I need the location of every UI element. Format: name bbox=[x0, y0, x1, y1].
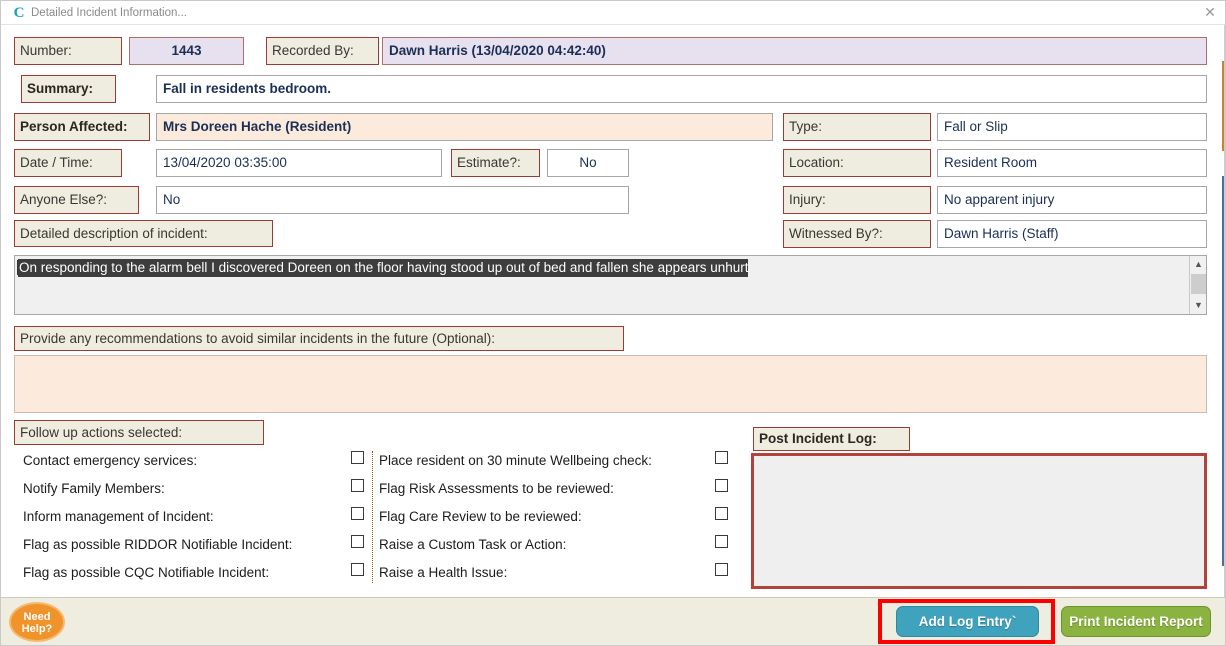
app-logo-icon: C bbox=[13, 5, 25, 21]
post-incident-log-label: Post Incident Log: bbox=[753, 427, 910, 451]
detailed-description-text: On responding to the alarm bell I discov… bbox=[18, 259, 749, 277]
type-label: Type: bbox=[783, 113, 931, 141]
anyone-else-input[interactable]: No bbox=[156, 186, 629, 214]
injury-input[interactable]: No apparent injury bbox=[937, 186, 1207, 214]
description-scrollbar[interactable]: ▲ ▼ bbox=[1189, 256, 1206, 314]
need-help-line1: Need bbox=[23, 611, 51, 623]
person-affected-label: Person Affected: bbox=[14, 113, 150, 141]
right-edge-blue-marker bbox=[1222, 176, 1224, 566]
recommendations-text bbox=[18, 359, 19, 361]
number-value: 1443 bbox=[129, 37, 244, 65]
follow-up-label-cqc-notifiable: Flag as possible CQC Notifiable Incident… bbox=[23, 565, 270, 580]
number-label: Number: bbox=[14, 37, 122, 65]
detailed-incident-information-window: C Detailed Incident Information... ✕ Num… bbox=[0, 0, 1226, 646]
location-label: Location: bbox=[783, 149, 931, 177]
need-help-line2: Help? bbox=[21, 623, 53, 635]
scroll-down-icon[interactable]: ▼ bbox=[1190, 297, 1206, 314]
recorded-by-label: Recorded By: bbox=[266, 37, 379, 65]
follow-up-checkbox-cqc-notifiable[interactable] bbox=[351, 563, 364, 576]
follow-up-column-divider bbox=[372, 451, 373, 583]
recommendations-label: Provide any recommendations to avoid sim… bbox=[14, 326, 624, 351]
injury-label: Injury: bbox=[783, 186, 931, 214]
person-affected-input[interactable]: Mrs Doreen Hache (Resident) bbox=[156, 113, 773, 141]
follow-up-checkbox-flag-care-review[interactable] bbox=[715, 507, 728, 520]
follow-up-label-flag-risk-assessments: Flag Risk Assessments to be reviewed: bbox=[379, 481, 614, 496]
scroll-up-icon[interactable]: ▲ bbox=[1190, 256, 1206, 273]
follow-up-actions-label: Follow up actions selected: bbox=[14, 420, 264, 445]
need-help-button[interactable]: Need Help? bbox=[9, 602, 65, 642]
window-title: Detailed Incident Information... bbox=[31, 7, 187, 19]
follow-up-label-wellbeing-check: Place resident on 30 minute Wellbeing ch… bbox=[379, 453, 652, 468]
window-titlebar: C Detailed Incident Information... ✕ bbox=[1, 1, 1225, 25]
type-input[interactable]: Fall or Slip bbox=[937, 113, 1207, 141]
follow-up-label-riddor-notifiable: Flag as possible RIDDOR Notifiable Incid… bbox=[23, 537, 293, 552]
follow-up-label-raise-custom-task: Raise a Custom Task or Action: bbox=[379, 537, 567, 552]
right-edge-divider bbox=[1224, 25, 1225, 599]
window-footer: Need Help? Add Log Entry` Print Incident… bbox=[1, 597, 1225, 645]
follow-up-checkbox-contact-emergency-services[interactable] bbox=[351, 451, 364, 464]
follow-up-checkbox-flag-risk-assessments[interactable] bbox=[715, 479, 728, 492]
detailed-description-label: Detailed description of incident: bbox=[14, 220, 273, 247]
recommendations-textarea[interactable] bbox=[14, 355, 1207, 413]
anyone-else-label: Anyone Else?: bbox=[14, 186, 139, 214]
follow-up-checkbox-notify-family-members[interactable] bbox=[351, 479, 364, 492]
witnessed-by-input[interactable]: Dawn Harris (Staff) bbox=[937, 220, 1207, 248]
follow-up-label-flag-care-review: Flag Care Review to be reviewed: bbox=[379, 509, 582, 524]
summary-label: Summary: bbox=[21, 75, 116, 103]
follow-up-label-raise-health-issue: Raise a Health Issue: bbox=[379, 565, 508, 580]
estimate-label: Estimate?: bbox=[451, 149, 540, 177]
follow-up-checkbox-riddor-notifiable[interactable] bbox=[351, 535, 364, 548]
estimate-value[interactable]: No bbox=[547, 149, 629, 177]
recorded-by-value: Dawn Harris (13/04/2020 04:42:40) bbox=[382, 37, 1207, 65]
follow-up-checkbox-wellbeing-check[interactable] bbox=[715, 451, 728, 464]
detailed-description-textarea[interactable]: On responding to the alarm bell I discov… bbox=[14, 255, 1207, 315]
follow-up-checkbox-inform-management[interactable] bbox=[351, 507, 364, 520]
add-log-entry-button[interactable]: Add Log Entry` bbox=[896, 606, 1039, 637]
scrollbar-thumb[interactable] bbox=[1191, 274, 1206, 294]
follow-up-checkbox-raise-health-issue[interactable] bbox=[715, 563, 728, 576]
follow-up-label-contact-emergency-services: Contact emergency services: bbox=[23, 453, 198, 468]
witnessed-by-label: Witnessed By?: bbox=[783, 220, 931, 248]
follow-up-label-inform-management: Inform management of Incident: bbox=[23, 509, 214, 524]
date-time-input[interactable]: 13/04/2020 03:35:00 bbox=[156, 149, 442, 177]
post-incident-log-textarea[interactable] bbox=[751, 453, 1207, 589]
location-input[interactable]: Resident Room bbox=[937, 149, 1207, 177]
print-incident-report-button[interactable]: Print Incident Report bbox=[1061, 606, 1211, 637]
close-icon[interactable]: ✕ bbox=[1201, 5, 1219, 21]
follow-up-checkbox-raise-custom-task[interactable] bbox=[715, 535, 728, 548]
follow-up-label-notify-family-members: Notify Family Members: bbox=[23, 481, 165, 496]
right-edge-orange-marker bbox=[1222, 61, 1224, 151]
summary-input[interactable]: Fall in residents bedroom. bbox=[156, 75, 1207, 103]
date-time-label: Date / Time: bbox=[14, 149, 122, 177]
